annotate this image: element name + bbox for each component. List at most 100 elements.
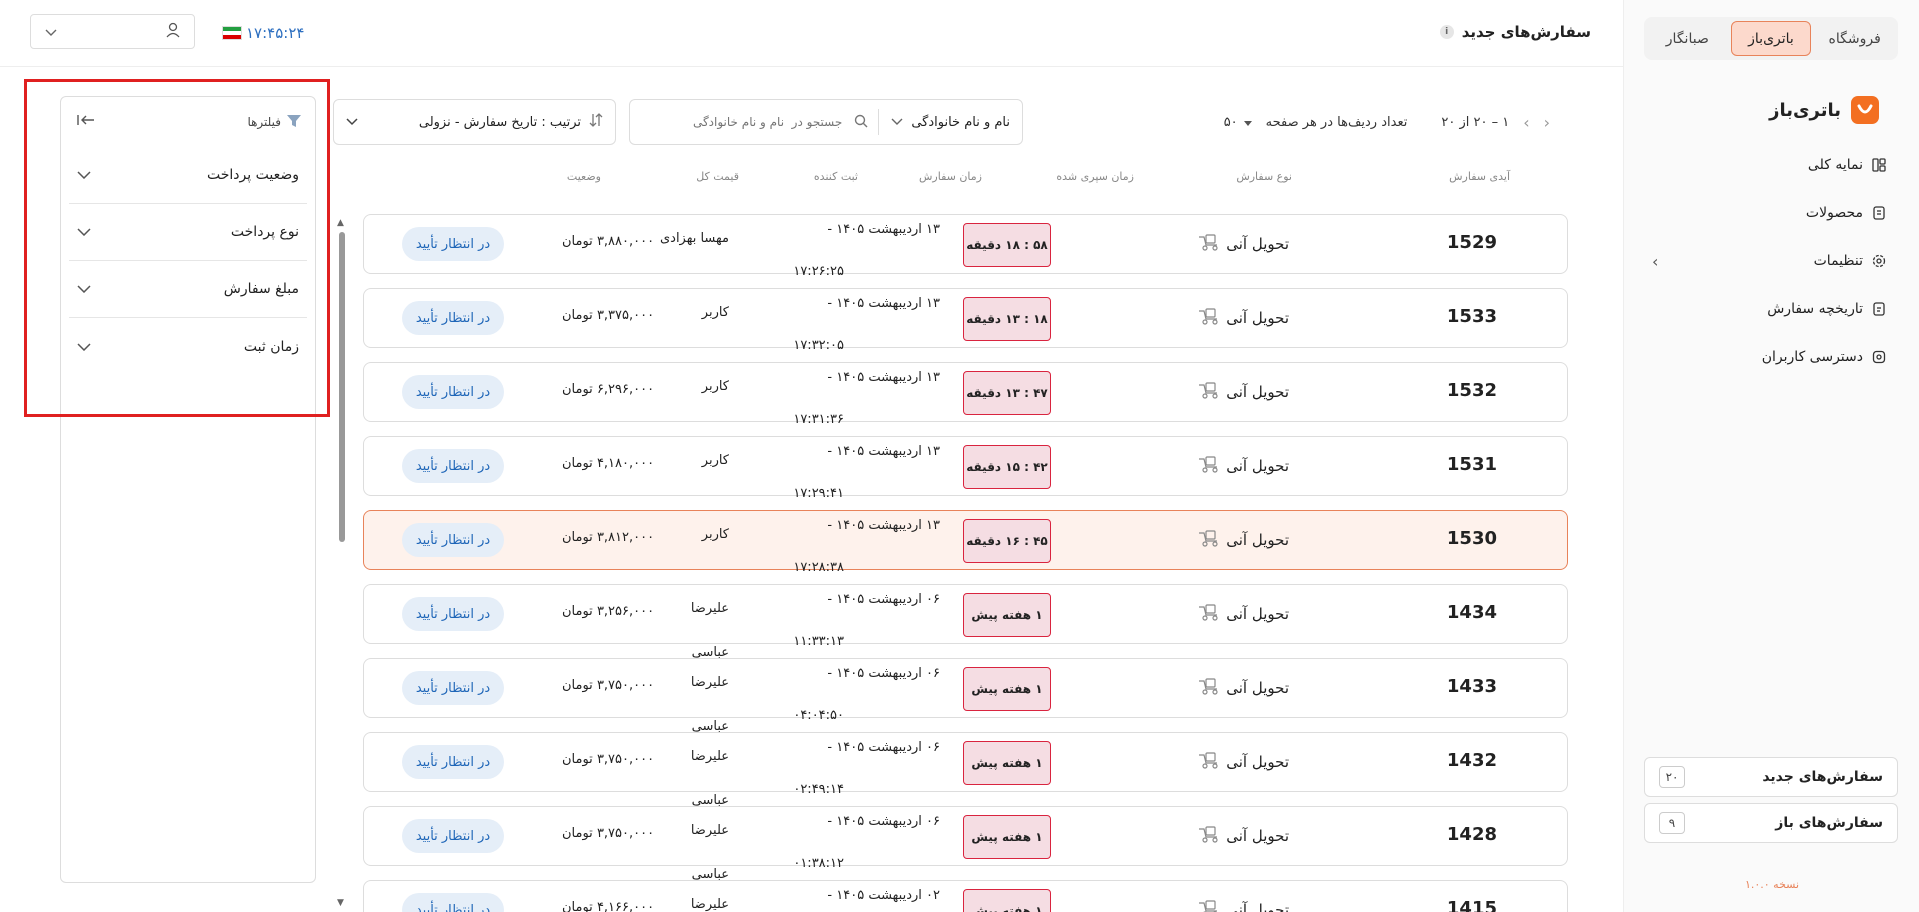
- prev-page-icon[interactable]: ‹: [1544, 113, 1550, 132]
- registrar-first: علیرضا: [690, 749, 729, 764]
- order-id: 1432: [1446, 750, 1497, 771]
- order-type-label: تحویل آنی: [1226, 901, 1289, 912]
- sidebar-item-history[interactable]: تاریخچه سفارش: [1652, 297, 1887, 321]
- status-button[interactable]: در انتظار تأیید: [402, 597, 504, 631]
- table-row[interactable]: 1415 تحویل آنی ۱ هفته پیش ۰۲ اردیبهشت ۱۴۰۵ …: [363, 880, 1568, 912]
- sidebar-item-settings[interactable]: تنظیمات ›: [1652, 249, 1887, 273]
- status-button[interactable]: در انتظار تأیید: [402, 227, 504, 261]
- order-id: 1531: [1446, 454, 1497, 475]
- status-button[interactable]: در انتظار تأیید: [402, 671, 504, 705]
- sort-icon: [589, 113, 603, 131]
- scroll-thumb[interactable]: [339, 232, 345, 542]
- elapsed-badge: ۵۸ : ۱۸ دقیقه: [963, 223, 1051, 267]
- delivery-cart-icon: [1198, 899, 1220, 912]
- iran-flag-icon: [222, 26, 242, 40]
- search-input[interactable]: [652, 115, 843, 129]
- filter-label: زمان ثبت: [243, 338, 299, 355]
- registrar-first: علیرضا: [690, 675, 729, 690]
- status-button[interactable]: در انتظار تأیید: [402, 301, 504, 335]
- delivery-cart-icon: [1198, 677, 1220, 699]
- order-id: 1533: [1446, 306, 1497, 327]
- table-row[interactable]: 1530 تحویل آنی ۴۵ : ۱۶ دقیقه ۱۳ اردیبهشت ۱۴…: [363, 510, 1568, 575]
- table-row[interactable]: 1529 تحویل آنی ۵۸ : ۱۸ دقیقه ۱۳ اردیبهشت ۱۴…: [363, 214, 1568, 279]
- sidebar-item-label: محصولات: [1805, 205, 1863, 221]
- table-row[interactable]: 1434 تحویل آنی ۱ هفته پیش ۰۶ اردیبهشت ۱۴۰۵ …: [363, 584, 1568, 660]
- stat-label: سفارش‌های جدید: [1762, 769, 1883, 785]
- order-date: ۱۳ اردیبهشت ۱۴۰۵ -: [827, 444, 940, 459]
- order-type-label: تحویل آنی: [1226, 605, 1289, 623]
- rows-per-page-select[interactable]: ۵۰: [1224, 115, 1252, 130]
- sidebar-item-overview[interactable]: نمایه کلی: [1652, 153, 1887, 177]
- table-row[interactable]: 1531 تحویل آنی ۴۲ : ۱۵ دقیقه ۱۳ اردیبهشت ۱۴…: [363, 436, 1568, 501]
- delivery-cart-icon: [1198, 307, 1220, 329]
- order-date: ۰۶ اردیبهشت ۱۴۰۵ -: [827, 592, 940, 607]
- filter-registration-time[interactable]: زمان ثبت: [69, 318, 307, 375]
- sort-select[interactable]: ترتیب : تاریخ سفارش - نزولی: [333, 99, 616, 145]
- user-menu-select[interactable]: [30, 14, 195, 49]
- table-scrollbar[interactable]: ▲ ▼: [337, 218, 347, 912]
- stat-label: سفارش‌های باز: [1775, 815, 1883, 831]
- scroll-up-icon[interactable]: ▲: [337, 218, 344, 228]
- chevron-down-icon: [77, 167, 91, 183]
- table-row[interactable]: 1533 تحویل آنی ۱۸ : ۱۳ دقیقه ۱۳ اردیبهشت ۱۴…: [363, 288, 1568, 353]
- status-button[interactable]: در انتظار تأیید: [402, 819, 504, 853]
- table-row[interactable]: 1432 تحویل آنی ۱ هفته پیش ۰۶ اردیبهشت ۱۴۰۵ …: [363, 732, 1568, 808]
- open-orders-card[interactable]: سفارش‌های باز ۹: [1644, 803, 1898, 843]
- delivery-cart-icon: [1198, 529, 1220, 551]
- order-id: 1434: [1446, 602, 1497, 623]
- registrar-first: علیرضا: [690, 897, 729, 912]
- tab-batteribaz[interactable]: باتری‌باز: [1730, 21, 1812, 56]
- order-date: ۰۲ اردیبهشت ۱۴۰۵ -: [827, 888, 940, 903]
- order-date: ۱۳ اردیبهشت ۱۴۰۵ -: [827, 370, 940, 385]
- order-type: تحویل آنی: [1198, 677, 1289, 699]
- chevron-down-icon: [45, 22, 57, 41]
- page-range: ۱ – ۲۰ از ۲۰: [1441, 114, 1510, 130]
- collapse-filters-icon[interactable]: [77, 114, 95, 130]
- info-icon[interactable]: i: [1439, 25, 1454, 39]
- order-type: تحویل آنی: [1198, 899, 1289, 912]
- filter-payment-type[interactable]: نوع پرداخت: [69, 204, 307, 261]
- table-row[interactable]: 1433 تحویل آنی ۱ هفته پیش ۰۶ اردیبهشت ۱۴۰۵ …: [363, 658, 1568, 734]
- registrar-first: مهسا بهزادی: [659, 231, 729, 246]
- elapsed-badge: ۴۵ : ۱۶ دقیقه: [963, 519, 1051, 563]
- next-page-icon[interactable]: ›: [1523, 113, 1529, 132]
- status-button[interactable]: در انتظار تأیید: [402, 523, 504, 557]
- version-label: نسخه ۱.۰.۰: [1744, 878, 1800, 891]
- registrar-first: کاربر: [701, 527, 729, 542]
- sidebar-nav: نمایه کلی محصولات تنظیمات › تاریخچه سفار…: [1652, 153, 1887, 393]
- order-id: 1433: [1446, 676, 1497, 697]
- table-row[interactable]: 1428 تحویل آنی ۱ هفته پیش ۰۶ اردیبهشت ۱۴۰۵ …: [363, 806, 1568, 882]
- elapsed-badge: ۴۲ : ۱۵ دقیقه: [963, 445, 1051, 489]
- filter-payment-status[interactable]: وضعیت پرداخت: [69, 147, 307, 204]
- sidebar-item-user-access[interactable]: دسترسی کاربران: [1652, 345, 1887, 369]
- order-date: ۰۶ اردیبهشت ۱۴۰۵ -: [827, 740, 940, 755]
- filter-order-amount[interactable]: مبلغ سفارش: [69, 261, 307, 318]
- lock-icon: [1871, 349, 1887, 365]
- search-mode-select[interactable]: نام و نام خانوادگی: [878, 109, 1010, 135]
- order-date: ۱۳ اردیبهشت ۱۴۰۵ -: [827, 222, 940, 237]
- status-button[interactable]: در انتظار تأیید: [402, 449, 504, 483]
- stat-count: ۲۰: [1659, 766, 1685, 788]
- sidebar-item-products[interactable]: محصولات: [1652, 201, 1887, 225]
- order-type-label: تحویل آنی: [1226, 679, 1289, 697]
- store-tabs: فروشگاه باتری‌باز صبانگار: [1644, 17, 1898, 60]
- status-button[interactable]: در انتظار تأیید: [402, 893, 504, 912]
- sidebar-item-label: تنظیمات: [1813, 253, 1863, 269]
- rows-per-page-label: تعداد ردیف‌ها در هر صفحه: [1265, 114, 1408, 130]
- filters-title: فیلترها: [247, 114, 301, 130]
- elapsed-badge: ۱ هفته پیش: [963, 815, 1051, 859]
- status-button[interactable]: در انتظار تأیید: [402, 375, 504, 409]
- filter-label: مبلغ سفارش: [223, 281, 299, 297]
- filter-icon: [287, 114, 301, 130]
- brand[interactable]: باتری‌باز: [1769, 96, 1879, 124]
- elapsed-badge: ۱ هفته پیش: [963, 593, 1051, 637]
- delivery-cart-icon: [1198, 233, 1220, 255]
- table-row[interactable]: 1532 تحویل آنی ۴۷ : ۱۳ دقیقه ۱۳ اردیبهشت ۱۴…: [363, 362, 1568, 427]
- scroll-down-icon[interactable]: ▼: [337, 898, 344, 908]
- new-orders-card[interactable]: سفارش‌های جدید ۲۰: [1644, 757, 1898, 797]
- status-button[interactable]: در انتظار تأیید: [402, 745, 504, 779]
- tab-sabanegar[interactable]: صبانگار: [1648, 21, 1727, 56]
- registrar-first: علیرضا: [690, 601, 729, 616]
- tab-store[interactable]: فروشگاه: [1815, 21, 1894, 56]
- elapsed-badge: ۱ هفته پیش: [963, 889, 1051, 912]
